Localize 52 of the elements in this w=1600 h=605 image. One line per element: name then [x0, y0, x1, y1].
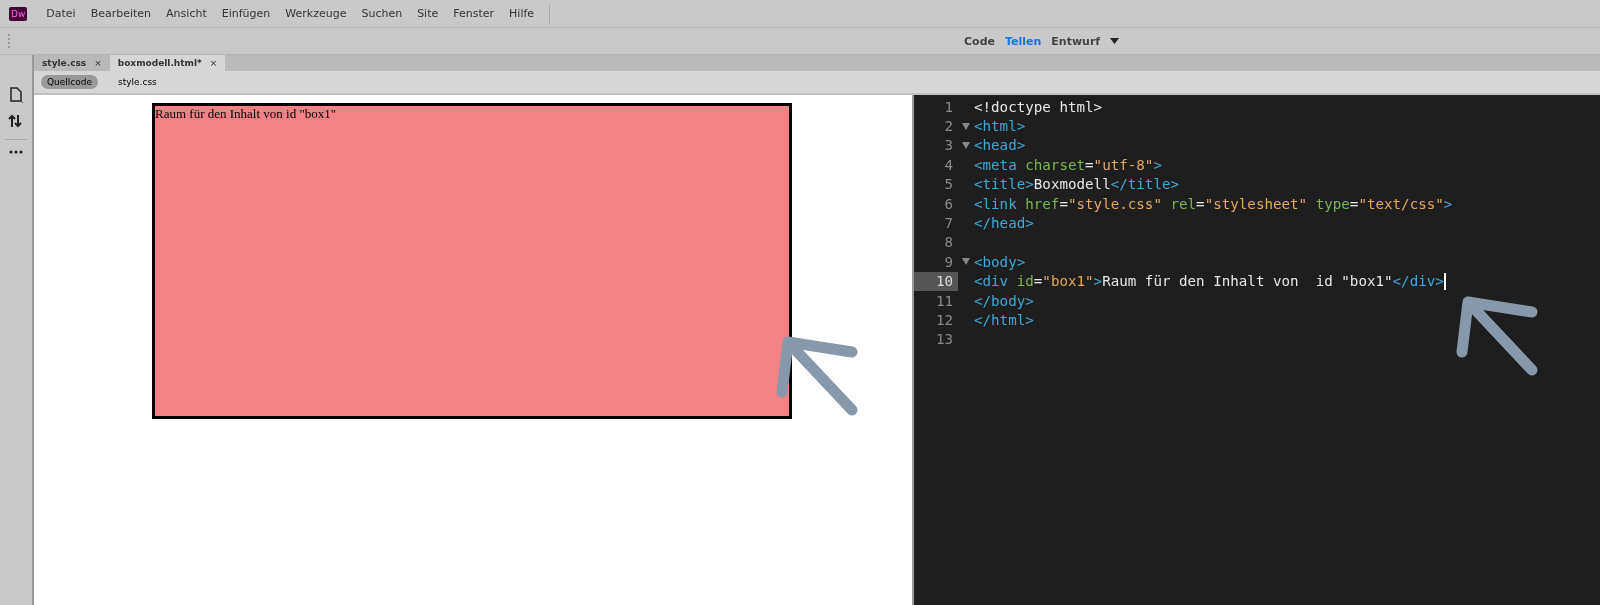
menu-item[interactable]: Ansicht	[166, 7, 207, 20]
related-file[interactable]: Quellcode	[41, 75, 99, 89]
code-line: <body>	[974, 253, 1026, 270]
caret-icon[interactable]	[1110, 38, 1120, 44]
view-switch[interactable]: Entwurf	[1051, 34, 1101, 48]
fold-triangle-icon[interactable]	[962, 141, 970, 149]
menu-item[interactable]: Werkzeuge	[285, 7, 347, 20]
text-cursor	[1443, 272, 1446, 290]
menu-item[interactable]: Suchen	[361, 7, 403, 20]
line-number: 12	[934, 311, 954, 330]
close-icon[interactable]: ×	[94, 58, 102, 68]
fold-triangle-icon[interactable]	[962, 122, 970, 130]
related-file[interactable]: style.css	[112, 75, 163, 89]
line-number: 13	[934, 330, 954, 350]
menu-item[interactable]: Fenster	[453, 7, 495, 20]
line-number: 8	[943, 233, 954, 253]
line-number: 4	[943, 155, 954, 175]
line-number: 9	[943, 252, 954, 272]
line-number: 10	[914, 271, 958, 291]
close-icon[interactable]: ×	[209, 58, 218, 68]
code-line: </body>	[974, 292, 1034, 309]
menu-item[interactable]: Site	[417, 7, 439, 20]
menu-item[interactable]: Einfügen	[221, 7, 271, 20]
code-line: <head>	[974, 137, 1026, 154]
fold-triangle-icon[interactable]	[962, 258, 970, 266]
code-line: </head>	[974, 215, 1034, 232]
line-number: 2	[943, 117, 954, 136]
code-editor[interactable]	[914, 95, 1600, 605]
code-line: <link href="style.css" rel="stylesheet" type="text/css">	[974, 195, 1453, 212]
up-down-arrows-icon[interactable]	[8, 113, 24, 129]
document-tab[interactable]: boxmodell.html* ×	[109, 55, 226, 71]
line-number: 3	[943, 136, 954, 156]
line-number: 5	[943, 175, 954, 194]
code-line: <title>Boxmodell</title>	[974, 176, 1179, 193]
code-line: <html>	[974, 118, 1026, 135]
box-content-text: Raum für den Inhalt von id "box1"	[155, 106, 337, 121]
app-logo: Dw	[9, 6, 28, 21]
document-tab[interactable]: style.css ×	[34, 55, 110, 71]
menu-item[interactable]: Datei	[46, 7, 76, 20]
code-line: <meta charset="utf-8">	[974, 156, 1162, 173]
code-line: <div id="box1">Raum für den Inhalt von id "box1"</div>	[974, 273, 1444, 290]
menu-item[interactable]: Hilfe	[509, 7, 535, 20]
line-number: 6	[943, 194, 954, 214]
line-number: 1	[943, 97, 954, 117]
more-icon[interactable]	[9, 150, 23, 154]
file-icon[interactable]	[9, 87, 23, 103]
menu-item[interactable]: Bearbeiten	[90, 7, 152, 20]
code-line: <!doctype html>	[974, 98, 1103, 115]
line-number: 11	[934, 291, 954, 311]
code-line: </html>	[974, 312, 1034, 328]
view-switch[interactable]: Code	[964, 34, 995, 48]
line-number: 7	[943, 214, 954, 233]
